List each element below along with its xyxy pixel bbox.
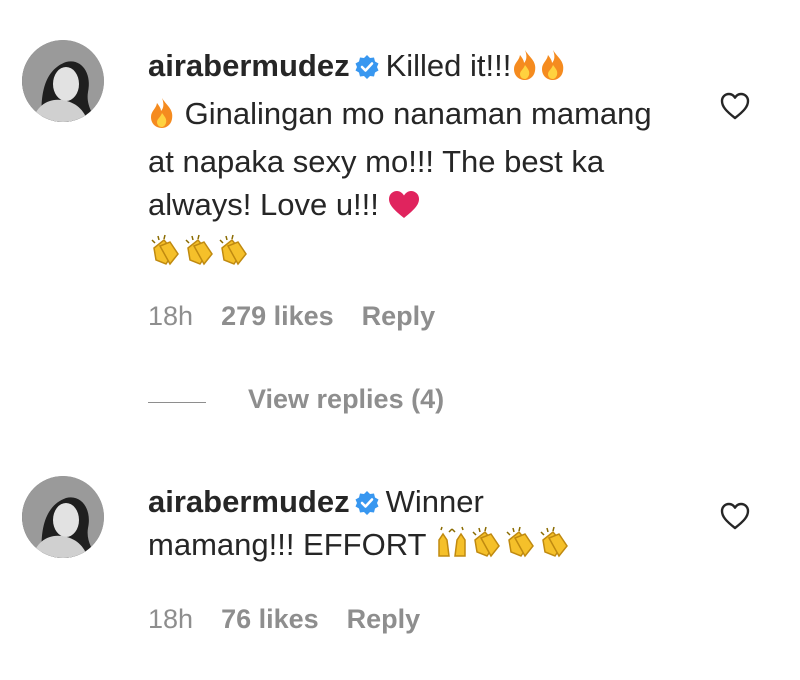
heart-outline-icon[interactable]	[720, 502, 750, 530]
timestamp[interactable]: 18h	[148, 604, 193, 634]
clapping-hands-emoji-icon	[216, 234, 250, 279]
verified-badge-icon	[354, 484, 380, 515]
timestamp[interactable]: 18h	[148, 301, 193, 331]
red-heart-emoji-icon	[388, 188, 420, 231]
fire-emoji-icon	[511, 49, 539, 92]
clapping-hands-emoji-icon	[148, 234, 182, 279]
fire-emoji-icon	[148, 97, 176, 140]
comment-text: airabermudez Winner mamang!!! EFFORT	[148, 480, 668, 571]
verified-badge-icon	[354, 48, 380, 79]
view-replies-label: View replies (4)	[248, 384, 445, 414]
likes-count[interactable]: 279 likes	[221, 301, 334, 331]
comment-text-rest: mamang!!! EFFORT	[148, 527, 426, 562]
username-link[interactable]: airabermudez	[148, 484, 350, 519]
comment-meta: 18h 279 likes Reply	[148, 301, 463, 332]
divider-line	[148, 402, 206, 403]
reply-button[interactable]: Reply	[362, 301, 436, 331]
likes-count[interactable]: 76 likes	[221, 604, 319, 634]
comment-text-line1: Killed it!!!	[385, 48, 512, 83]
reply-button[interactable]: Reply	[347, 604, 421, 634]
clapping-hands-emoji-icon	[537, 526, 571, 571]
comment-meta: 18h 76 likes Reply	[148, 604, 448, 635]
comment-text-line1: Winner	[385, 484, 484, 519]
clapping-hands-emoji-icon	[469, 526, 503, 571]
clapping-hands-emoji-icon	[182, 234, 216, 279]
username-link[interactable]: airabermudez	[148, 48, 350, 83]
comment-text: airabermudez Killed it!!! Ginalingan mo n…	[148, 44, 668, 279]
avatar[interactable]	[22, 476, 104, 558]
clapping-hands-emoji-icon	[503, 526, 537, 571]
fire-emoji-icon	[539, 49, 567, 92]
heart-outline-icon[interactable]	[720, 92, 750, 120]
raising-hands-emoji-icon	[435, 526, 469, 571]
avatar[interactable]	[22, 40, 104, 122]
